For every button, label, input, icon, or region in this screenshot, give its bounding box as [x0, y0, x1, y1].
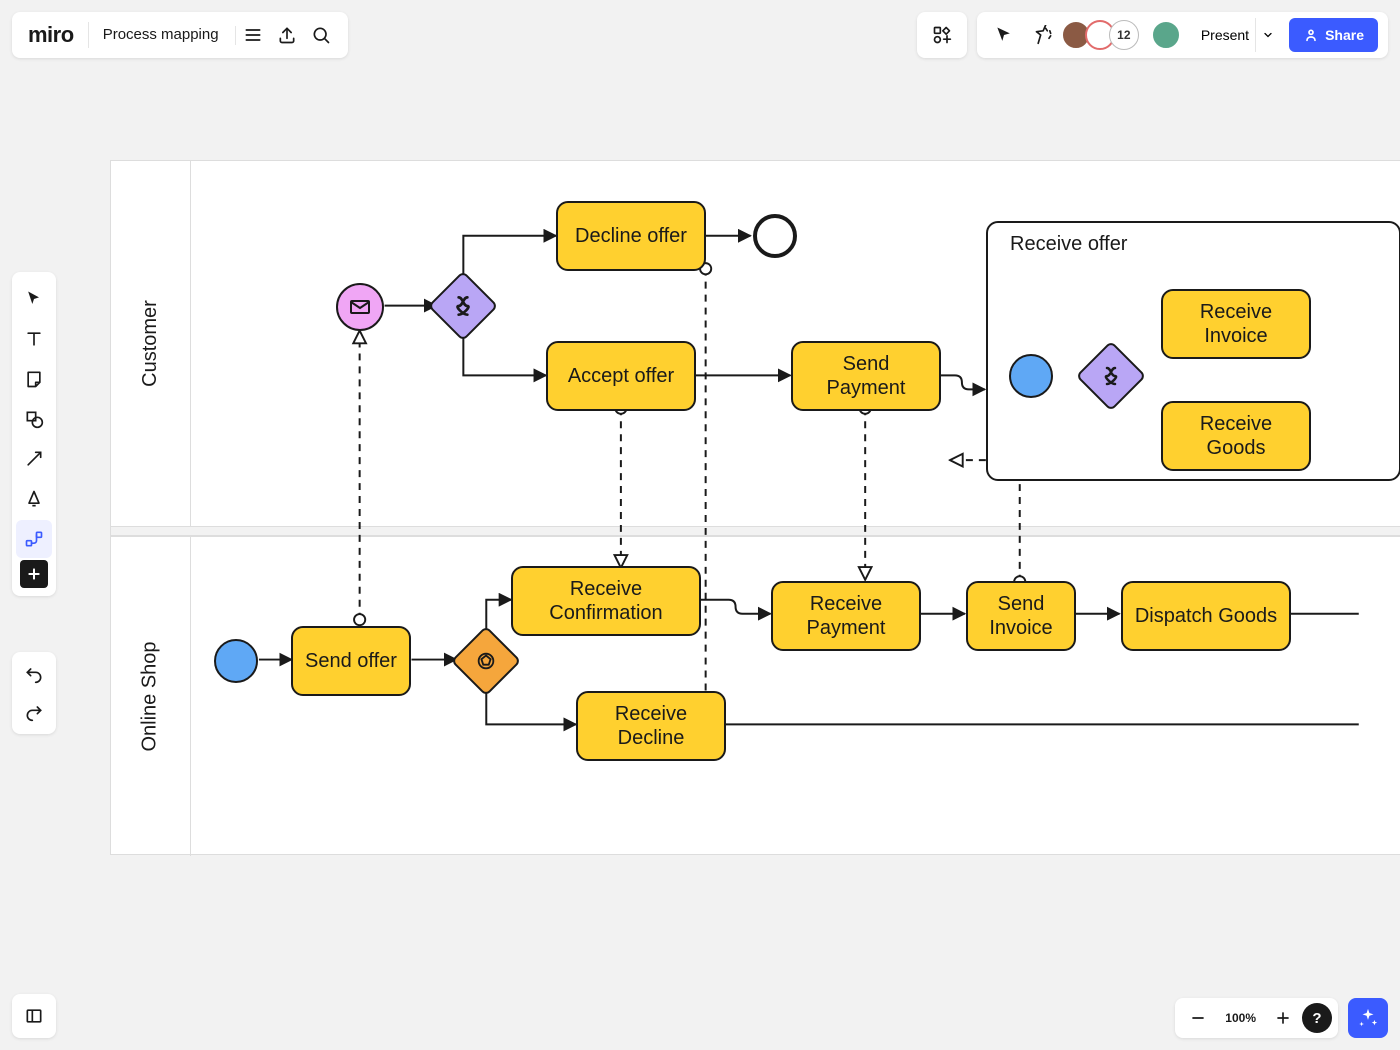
collaborator-avatars[interactable]: 12	[1067, 20, 1139, 50]
task-send-payment[interactable]: Send Payment	[791, 341, 941, 411]
undo-redo-panel	[12, 652, 56, 734]
canvas[interactable]: Customer Online Shop	[110, 160, 1400, 855]
task-receive-decline[interactable]: Receive Decline	[576, 691, 726, 761]
lane-divider	[111, 526, 1400, 536]
undo-button[interactable]	[16, 660, 52, 688]
gateway-parallel[interactable]	[1086, 351, 1136, 401]
help-button[interactable]: ?	[1302, 1003, 1332, 1033]
task-receive-confirmation[interactable]: Receive Confirmation	[511, 566, 701, 636]
bottom-right-controls: 100% ?	[1175, 998, 1388, 1038]
search-icon[interactable]	[304, 18, 338, 52]
tools-panel	[12, 272, 56, 596]
sticky-note-tool[interactable]	[16, 360, 52, 398]
avatar-overflow-count[interactable]: 12	[1109, 20, 1139, 50]
lane-label: Online Shop	[139, 641, 162, 751]
task-receive-payment[interactable]: Receive Payment	[771, 581, 921, 651]
board-title[interactable]: Process mapping	[89, 26, 236, 45]
shape-tool[interactable]	[16, 400, 52, 438]
menu-icon[interactable]	[236, 18, 270, 52]
task-decline-offer[interactable]: Decline offer	[556, 201, 706, 271]
chevron-down-icon[interactable]	[1255, 18, 1279, 52]
apps-icon[interactable]	[925, 18, 959, 52]
cursor-mode-icon[interactable]	[987, 18, 1021, 52]
connector-tool[interactable]	[16, 520, 52, 558]
app-logo[interactable]: miro	[22, 22, 89, 48]
task-receive-invoice[interactable]: Receive Invoice	[1161, 289, 1311, 359]
add-tool[interactable]	[20, 560, 48, 588]
end-event[interactable]	[753, 214, 797, 258]
present-button[interactable]: Present	[1187, 18, 1283, 52]
pen-tool[interactable]	[16, 480, 52, 518]
redo-button[interactable]	[16, 698, 52, 726]
message-start-event[interactable]	[336, 283, 384, 331]
text-tool[interactable]	[16, 320, 52, 358]
current-user-avatar[interactable]	[1151, 20, 1181, 50]
gateway-inclusive[interactable]	[461, 636, 511, 686]
start-event[interactable]	[214, 639, 258, 683]
gateway-exclusive[interactable]	[438, 281, 488, 331]
reactions-icon[interactable]	[1027, 18, 1061, 52]
lane-label: Customer	[139, 300, 162, 387]
task-dispatch-goods[interactable]: Dispatch Goods	[1121, 581, 1291, 651]
share-label: Share	[1325, 27, 1364, 43]
zoom-in-button[interactable]	[1266, 1001, 1300, 1035]
subprocess-label: Receive offer	[1010, 233, 1127, 256]
present-label: Present	[1201, 27, 1249, 43]
zoom-out-button[interactable]	[1181, 1001, 1215, 1035]
select-tool[interactable]	[16, 280, 52, 318]
task-receive-goods[interactable]: Receive Goods	[1161, 401, 1311, 471]
task-accept-offer[interactable]: Accept offer	[546, 341, 696, 411]
frames-panel-toggle[interactable]	[12, 994, 56, 1038]
zoom-level[interactable]: 100%	[1217, 1011, 1264, 1025]
start-event[interactable]	[1009, 354, 1053, 398]
line-tool[interactable]	[16, 440, 52, 478]
ai-assist-button[interactable]	[1348, 998, 1388, 1038]
task-send-offer[interactable]: Send offer	[291, 626, 411, 696]
share-button[interactable]: Share	[1289, 18, 1378, 52]
task-send-invoice[interactable]: Send Invoice	[966, 581, 1076, 651]
topbar: miro Process mapping	[12, 12, 1388, 58]
export-icon[interactable]	[270, 18, 304, 52]
